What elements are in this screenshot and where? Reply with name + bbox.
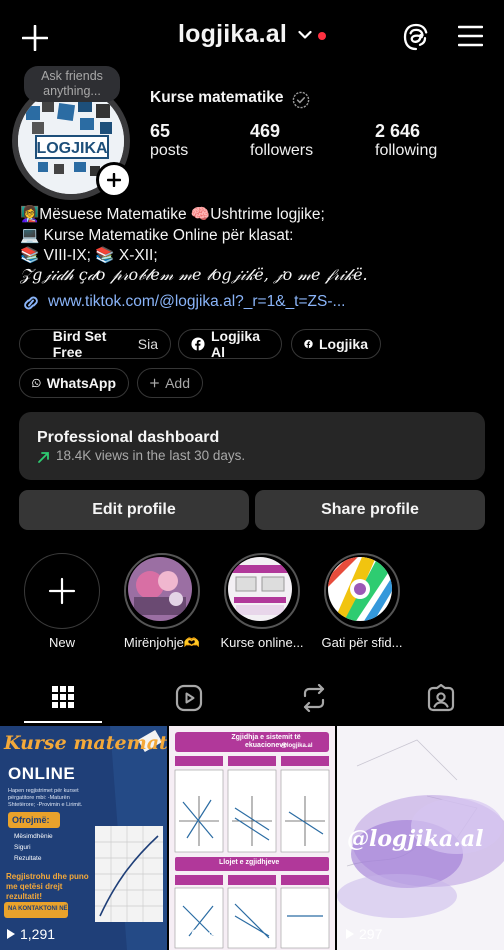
post-handle: @logjika.al [281,743,313,749]
post-thumbnail[interactable]: Kurse matematike ONLINE Hapen regjistrim… [0,726,167,950]
highlight-cover [328,557,392,621]
chevron-down-icon [298,30,312,39]
plus-icon [107,173,121,187]
post-intro: Hapen regjistrimet për kurset përgatitor… [8,788,83,808]
threads-icon [403,23,428,51]
post-title: Kurse matematike [4,732,167,754]
post-section-title: Llojet e zgjidhjeve [219,859,280,866]
post-background [169,726,335,950]
edit-profile-button[interactable]: Edit profile [19,490,249,530]
play-icon [346,929,354,939]
facebook-icon [191,337,205,351]
music-chip[interactable]: Bird Set Free Sia [19,328,171,360]
highlight-label: Kurse online... [220,635,304,650]
plus-icon [22,25,48,51]
bio-line: 𝒵𝑔𝒿𝒾𝒹𝒽 ç𝒹𝑜 𝓅𝓇𝑜𝒷𝓁𝑒𝓂 𝓂𝑒 𝓁𝑜𝑔𝒿𝒾𝓀ë, 𝒿𝑜 𝓂𝑒 𝒻𝓇𝒾… [20,265,368,284]
menu-button[interactable] [458,25,483,47]
notification-dot [318,32,326,40]
stat-posts-count: 65 [150,121,171,141]
highlight-cover [128,557,192,621]
stat-posts-label: posts [150,142,189,159]
highlight-label: Mirënjohje🫶 [123,635,201,650]
bio-line: 📚 VIII-IX; 📚 X-XII; [20,247,158,264]
stat-following-label: following [375,142,438,159]
view-count-value: 654 [191,926,215,942]
view-count: 654 [177,926,214,942]
play-icon [178,929,186,939]
facebook-link-chip[interactable]: Logjika [291,329,381,359]
bio-line: 💻 Kurse Matematike Online për klasat: [20,227,294,244]
verified-badge-icon [292,91,310,109]
highlight-item[interactable] [124,553,200,629]
reposts-icon [303,684,325,712]
post-cta: Regjistrohu dhe puno me qetësi drejt rez… [6,872,89,901]
grid-icon [52,686,74,708]
facebook-chip-label: Logjika Al [210,328,260,360]
whatsapp-icon [32,378,41,388]
reels-icon [175,684,203,712]
stat-posts[interactable]: 65 posts [150,121,188,160]
avatar-logo-text: LOGJIKA [36,140,108,157]
whatsapp-chip[interactable]: WhatsApp [19,368,129,398]
active-tab-indicator [24,721,102,723]
highlight-item[interactable] [224,553,300,629]
play-icon [7,929,15,939]
view-count: 1,291 [6,926,55,942]
add-link-chip[interactable]: Add [137,368,203,398]
facebook-icon [304,339,313,349]
stat-followers-count: 469 [250,121,281,141]
stat-following-count: 2 646 [375,121,421,141]
account-switcher[interactable] [298,30,312,40]
music-artist: Sia [137,336,158,352]
facebook-chip-label: Logjika [318,336,368,352]
post-list-item: Mësimdhënie [14,833,53,840]
profile-full-name: Kurse matematike [150,89,284,106]
bio-link[interactable]: www.tiktok.com/@logjika.al?_r=1&_t=ZS-..… [48,293,345,311]
tab-reposts[interactable] [301,684,327,712]
view-count-value: 1,291 [20,926,56,942]
highlight-label: New [48,635,75,650]
share-profile-button[interactable]: Share profile [255,490,485,530]
whatsapp-chip-label: WhatsApp [46,375,116,391]
highlight-label: Gati për sfid... [321,635,403,650]
new-highlight-button[interactable] [24,553,100,629]
view-count: 297 [345,926,382,942]
bio-line: 👩‍🏫Mësuese Matematike 🧠Ushtrime logjike; [20,206,325,223]
add-chip-label: Add [165,375,190,391]
add-story-button[interactable] [96,162,132,198]
post-list-item: Rezultate [14,855,42,862]
dashboard-title: Professional dashboard [37,429,220,446]
threads-button[interactable] [403,23,429,51]
account-username[interactable]: logjika.al [178,20,287,49]
menu-icon [458,25,483,47]
stat-following[interactable]: 2 646 following [375,121,437,160]
stat-followers-label: followers [250,142,314,159]
post-handle: @logjika.al [347,826,484,852]
post-list-title: Ofrojmë: [12,815,50,825]
note-bubble[interactable]: Ask friends anything... [24,66,120,102]
tab-posts-grid[interactable] [51,685,75,709]
stat-followers[interactable]: 469 followers [250,121,313,160]
highlight-item[interactable] [324,553,400,629]
post-list-item: Siguri [14,844,31,851]
post-subtitle: ONLINE [8,764,76,783]
tab-tagged[interactable] [427,684,455,712]
plus-icon [150,378,159,388]
post-contact: NA KONTAKTONI NË: [8,906,70,912]
trend-up-icon [37,451,50,464]
tab-reels[interactable] [175,684,203,712]
dashboard-subtitle: 18.4K views in the last 30 days. [56,448,246,463]
plus-icon [48,577,76,605]
highlight-cover [228,557,292,621]
create-button[interactable] [22,25,48,51]
link-icon [20,293,42,313]
view-count-value: 297 [359,926,383,942]
facebook-link-chip[interactable]: Logjika Al [178,328,282,360]
tagged-icon [427,684,455,712]
music-title: Bird Set Free [52,328,107,360]
post-thumbnail[interactable]: Zgjidhja e sistemit të ekuacioneve @logj… [169,726,335,950]
post-thumbnail[interactable]: @logjika.al 297 [337,726,504,950]
